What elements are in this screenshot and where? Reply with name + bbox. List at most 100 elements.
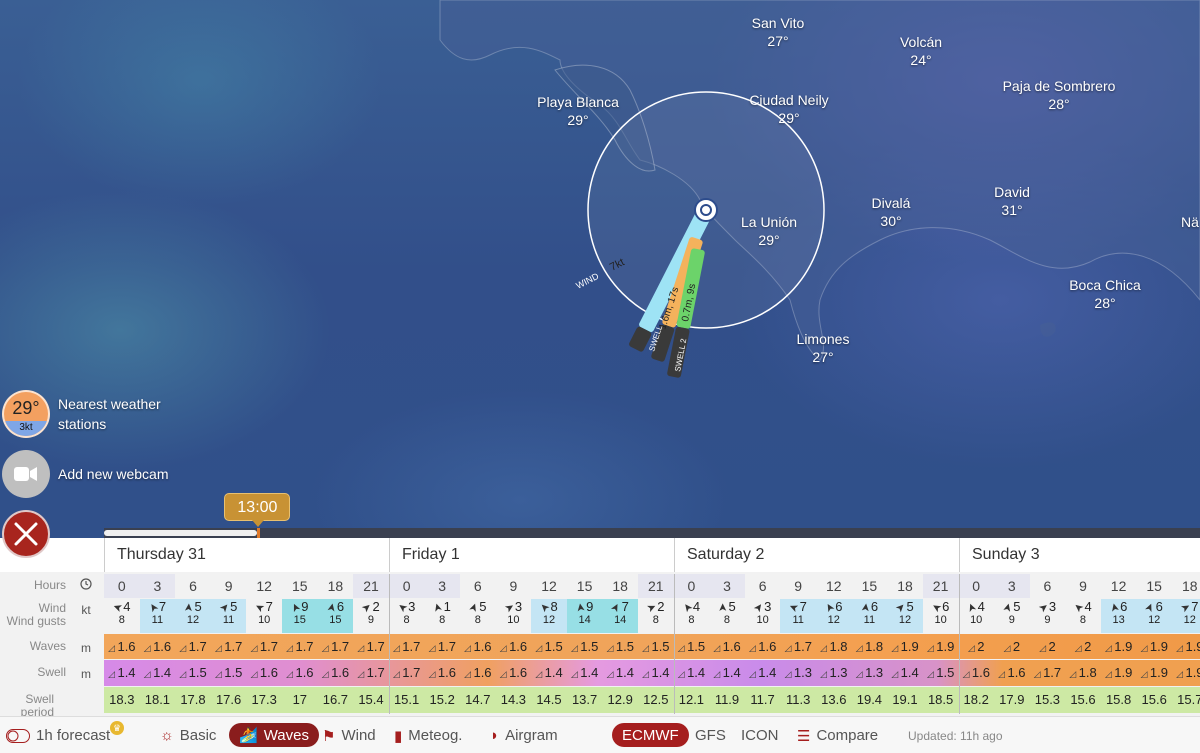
model-ecmwf[interactable]: ECMWF [612, 723, 689, 747]
tab-basic[interactable]: ☼ Basic [160, 717, 216, 753]
direction-icon: ◿ [535, 669, 545, 679]
hour-cell: 18 [327, 578, 344, 594]
waves-cell: ◿ 1.8 [852, 635, 888, 660]
hour-cell: 3 [994, 574, 1030, 598]
waves-cell-value: 1.9 [1185, 639, 1200, 654]
waves-cell-value: 1.5 [651, 639, 670, 654]
tab-waves[interactable]: 🏄 Waves [229, 723, 319, 747]
period-cell-value: 12.1 [678, 692, 705, 707]
hour-cell: 12 [1110, 578, 1127, 594]
webcam-icon[interactable] [2, 450, 50, 498]
waves-cell: ◿ 1.6 [140, 635, 176, 660]
waves-cell: ◿ 1.7 [282, 635, 318, 660]
wind-cell: ➤3 10 [745, 599, 781, 633]
tab-wind[interactable]: ⚑ Wind [322, 717, 376, 753]
direction-icon: ◿ [855, 643, 866, 653]
swell-cell: ◿ 1.9 [1101, 661, 1137, 686]
swell-cell-value: 1.3 [793, 665, 812, 680]
timeline-bar[interactable] [104, 528, 1200, 538]
direction-icon: ◿ [748, 669, 759, 679]
swell-cell-value: 1.3 [829, 665, 848, 680]
model-icon[interactable]: ICON [741, 717, 779, 753]
wind-cell: ➤3 8 [389, 599, 425, 633]
waves-cell-value: 1.7 [366, 639, 385, 654]
direction-icon: ◿ [143, 643, 154, 653]
waves-cell-value: 2 [1048, 639, 1056, 654]
tab-waves-label: Waves [263, 726, 309, 744]
wind-direction-icon: ➤ [324, 601, 339, 614]
gust-value: 15 [293, 614, 306, 626]
day-header[interactable]: Sunday 3 [959, 538, 1200, 572]
wind-cell: ➤4 8 [104, 599, 140, 633]
nearest-stations[interactable]: 29° 3kt Nearest weather stations [2, 390, 161, 438]
waves-cell-value: 1.8 [865, 639, 884, 654]
waves-cell-value: 1.7 [259, 639, 278, 654]
tab-meteogram-label: Meteog. [408, 727, 463, 744]
timeline-handle[interactable] [257, 528, 261, 538]
period-cell: 17.8 [175, 688, 211, 712]
station-temp-bubble[interactable]: 29° 3kt [2, 390, 50, 438]
swell-cell-value: 1.5 [224, 665, 243, 680]
nearest-stations-line2: stations [58, 416, 107, 432]
swell-cell-value: 1.4 [900, 665, 919, 680]
wind-value: 2 [657, 599, 665, 614]
day-header[interactable]: Thursday 31 [104, 538, 389, 572]
timeline-time-bubble[interactable]: 13:00 [224, 493, 291, 527]
wind-cell: ➤8 12 [531, 599, 567, 633]
gust-value: 11 [863, 614, 876, 626]
wind-value: 5 [906, 599, 914, 614]
location-picker[interactable]: 7kt WIND 1.6m, 17s SWELL 0.7m, 9s SWELL … [0, 0, 1200, 540]
swell-cell-value: 1.7 [1043, 665, 1062, 680]
compare-button[interactable]: ☰ Compare [797, 717, 878, 753]
direction-icon: ◿ [428, 669, 438, 679]
forecast-1h-label: 1h forecast [36, 727, 111, 744]
basic-icon: ☼ [160, 727, 174, 744]
swell-cell-value: 1.9 [1149, 665, 1168, 680]
swell-cell-value: 1.9 [1185, 665, 1200, 680]
meteogram-icon: ▮ [394, 727, 403, 745]
unit-kt: kt [81, 603, 91, 617]
day-header[interactable]: Saturday 2 [674, 538, 959, 572]
model-gfs[interactable]: GFS [695, 717, 726, 753]
period-cell: 17 [282, 688, 318, 712]
row-label-waves: Waves [29, 639, 66, 653]
gust-value: 8 [439, 614, 446, 626]
close-icon[interactable] [2, 510, 50, 558]
direction-icon: ◿ [321, 669, 332, 679]
period-cell-value: 15.4 [358, 692, 384, 707]
period-cell: 12.9 [602, 688, 638, 712]
hour-cell: 6 [1043, 578, 1052, 594]
waves-cell-value: 1.9 [1149, 639, 1168, 654]
gust-value: 10 [507, 614, 520, 626]
tab-airgram[interactable]: ◗ Airgram [490, 717, 558, 753]
hour-cell: 18 [897, 578, 913, 594]
period-cell-value: 17 [292, 692, 308, 707]
waves-cell: ◿ 1.6 [496, 635, 532, 660]
period-cell-value: 19.4 [856, 692, 883, 707]
waves-cell-value: 1.8 [829, 639, 848, 654]
period-cell-value: 12.9 [607, 692, 633, 707]
bottom-bar: 1h forecast ♛ ☼ Basic 🏄 Waves ⚑ Wind ▮ M… [0, 716, 1200, 753]
forecast-1h-toggle[interactable]: 1h forecast ♛ [6, 717, 124, 753]
swell-cell: ◿ 1.6 [282, 661, 318, 686]
waves-cell-value: 1.7 [295, 639, 314, 654]
swell-cell: ◿ 1.3 [780, 661, 816, 686]
swell-cell-value: 1.3 [865, 665, 884, 680]
direction-icon: ◿ [143, 669, 154, 679]
waves-cell-value: 1.6 [758, 639, 777, 654]
tab-meteogram[interactable]: ▮ Meteog. [394, 717, 462, 753]
gust-value: 12 [898, 614, 912, 626]
wind-cell: ➤5 11 [210, 599, 247, 633]
waves-cell: ◿ 1.7 [318, 635, 354, 660]
swell-cell-value: 1.4 [615, 665, 634, 680]
hour-cell: 9 [794, 578, 803, 594]
period-cell: 17.9 [994, 688, 1030, 712]
direction-icon: ◿ [677, 643, 688, 653]
waves-cell: ◿ 1.9 [923, 635, 959, 660]
swell-cell-value: 1.4 [153, 665, 172, 680]
wind-cell: ➤4 8 [1065, 599, 1101, 633]
day-header[interactable]: Friday 1 [389, 538, 674, 572]
waves-cell: ◿ 1.7 [353, 635, 389, 660]
add-webcam[interactable]: Add new webcam [2, 450, 169, 498]
weather-map[interactable]: San Vito 27° Volcán 24° Paja de Sombrero… [0, 0, 1200, 540]
